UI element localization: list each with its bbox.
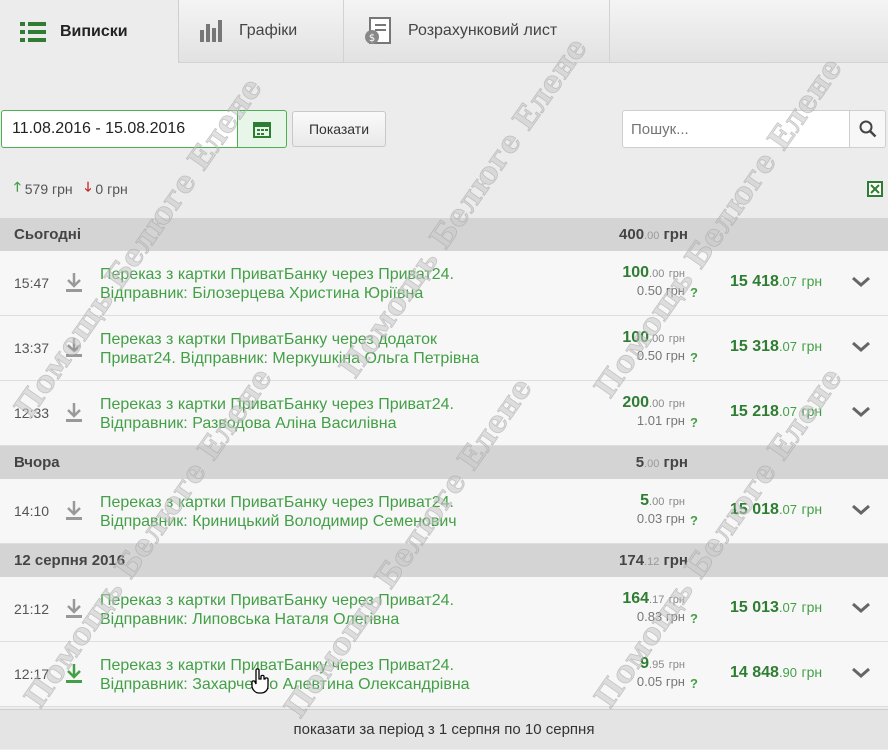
transaction-description[interactable]: Переказ з картки ПриватБанку через додат… [100, 330, 520, 368]
transaction-description[interactable]: Переказ з картки ПриватБанку через Прива… [100, 656, 520, 694]
fee-help-icon[interactable]: ? [690, 350, 698, 365]
svg-text:$: $ [369, 33, 375, 44]
chevron-down-icon[interactable] [850, 501, 872, 519]
date-range-picker [1, 110, 287, 148]
income-arrow-icon: 🡑 [14, 179, 21, 194]
transaction-row[interactable]: 15:47 Переказ з картки ПриватБанку через… [0, 251, 888, 316]
group-sum: 174.12 грн [619, 552, 688, 569]
tab-charts[interactable]: Графіки [179, 0, 344, 63]
transactions-list: Сьогодні 400.00 грн 15:47 Переказ з карт… [0, 218, 888, 707]
expense-total: 0 грн [95, 181, 128, 197]
tab-label: Графіки [239, 22, 298, 39]
transaction-row[interactable]: 12:17 Переказ з картки ПриватБанку через… [0, 642, 888, 707]
group-sum: 5.00 грн [635, 454, 688, 471]
bar-chart-icon [200, 20, 222, 42]
transaction-row[interactable]: 14:10 Переказ з картки ПриватБанку через… [0, 479, 888, 544]
chevron-down-icon[interactable] [850, 403, 872, 421]
transaction-amount: 100.00 грн [622, 264, 685, 281]
transaction-time: 13:37 [14, 340, 50, 356]
date-group-header: Вчора 5.00 грн [0, 446, 888, 479]
transaction-row[interactable]: 12:33 Переказ з картки ПриватБанку через… [0, 381, 888, 446]
show-button[interactable]: Показати [292, 111, 386, 147]
expense-arrow-icon: 🡓 [84, 179, 92, 194]
group-label: Вчора [14, 454, 60, 471]
balance-after: 14 848.90 грн [730, 664, 823, 681]
transaction-time: 21:12 [14, 601, 50, 617]
group-label: 12 серпня 2016 [14, 552, 126, 569]
transaction-fee: 0.50 грн [636, 348, 685, 363]
transaction-description[interactable]: Переказ з картки ПриватБанку через Прива… [100, 265, 520, 303]
tab-bar: Виписки Графіки $ Розрахунковий лист [0, 0, 888, 63]
transaction-fee: 0.05 грн [636, 674, 685, 689]
transaction-fee: 0.83 грн [636, 609, 685, 624]
transaction-row[interactable]: 21:12 Переказ з картки ПриватБанку через… [0, 577, 888, 642]
fee-help-icon[interactable]: ? [690, 611, 698, 626]
income-total: 579 грн [24, 181, 73, 197]
period-totals: 🡑 579 грн 🡓 0 грн [14, 178, 128, 200]
chevron-down-icon[interactable] [850, 599, 872, 617]
transaction-amount: 9.95 грн [640, 655, 685, 672]
calendar-icon [253, 122, 271, 138]
balance-after: 15 418.07 грн [730, 273, 823, 290]
balance-after: 15 018.07 грн [730, 501, 823, 518]
fee-help-icon[interactable]: ? [690, 285, 698, 300]
balance-after: 15 013.07 грн [730, 599, 823, 616]
tab-bar-filler [610, 0, 888, 63]
transaction-amount: 164.17 грн [622, 590, 685, 607]
transaction-fee: 1.01 грн [636, 413, 685, 428]
show-earlier-period-link[interactable]: показати за період з 1 серпня по 10 серп… [0, 709, 888, 749]
transaction-amount: 100.00 грн [622, 329, 685, 346]
download-icon[interactable] [64, 499, 84, 521]
transaction-fee: 0.03 грн [636, 511, 685, 526]
transaction-amount: 5.00 грн [640, 492, 685, 509]
transaction-time: 15:47 [14, 275, 50, 291]
tab-label: Розрахунковий лист [408, 22, 558, 39]
hand-cursor-icon [251, 668, 269, 694]
chevron-down-icon[interactable] [850, 273, 872, 291]
balance-after: 15 318.07 грн [730, 338, 823, 355]
chevron-down-icon[interactable] [850, 338, 872, 356]
search-box [622, 110, 886, 148]
group-label: Сьогодні [14, 226, 81, 243]
fee-help-icon[interactable]: ? [690, 415, 698, 430]
download-icon[interactable] [64, 271, 84, 293]
date-range-input[interactable] [1, 110, 237, 148]
transaction-row[interactable]: 13:37 Переказ з картки ПриватБанку через… [0, 316, 888, 381]
search-input[interactable] [622, 110, 849, 148]
transaction-time: 12:17 [14, 666, 50, 682]
tab-label: Виписки [60, 22, 128, 40]
payslip-icon: $ [365, 17, 391, 44]
transaction-fee: 0.50 грн [636, 283, 685, 298]
download-icon[interactable] [64, 597, 84, 619]
date-group-header: Сьогодні 400.00 грн [0, 218, 888, 251]
chevron-down-icon[interactable] [850, 664, 872, 682]
calendar-button[interactable] [237, 110, 287, 148]
transaction-time: 12:33 [14, 405, 50, 421]
fee-help-icon[interactable]: ? [690, 513, 698, 528]
download-icon[interactable] [64, 336, 84, 358]
download-icon[interactable] [64, 401, 84, 423]
transaction-description[interactable]: Переказ з картки ПриватБанку через Прива… [100, 591, 520, 629]
tab-statements[interactable]: Виписки [0, 0, 179, 63]
transaction-amount: 200.00 грн [622, 394, 685, 411]
tab-payslip[interactable]: $ Розрахунковий лист [344, 0, 610, 63]
group-sum: 400.00 грн [619, 226, 688, 243]
transaction-time: 14:10 [14, 503, 50, 519]
excel-export-icon[interactable] [866, 180, 884, 198]
list-icon [20, 21, 46, 42]
balance-after: 15 218.07 грн [730, 403, 823, 420]
search-button[interactable] [849, 110, 886, 148]
transaction-description[interactable]: Переказ з картки ПриватБанку через Прива… [100, 493, 520, 531]
transaction-description[interactable]: Переказ з картки ПриватБанку через Прива… [100, 395, 520, 433]
download-icon[interactable] [64, 662, 84, 684]
search-icon [859, 120, 876, 138]
date-group-header: 12 серпня 2016 174.12 грн [0, 544, 888, 577]
fee-help-icon[interactable]: ? [690, 676, 698, 691]
